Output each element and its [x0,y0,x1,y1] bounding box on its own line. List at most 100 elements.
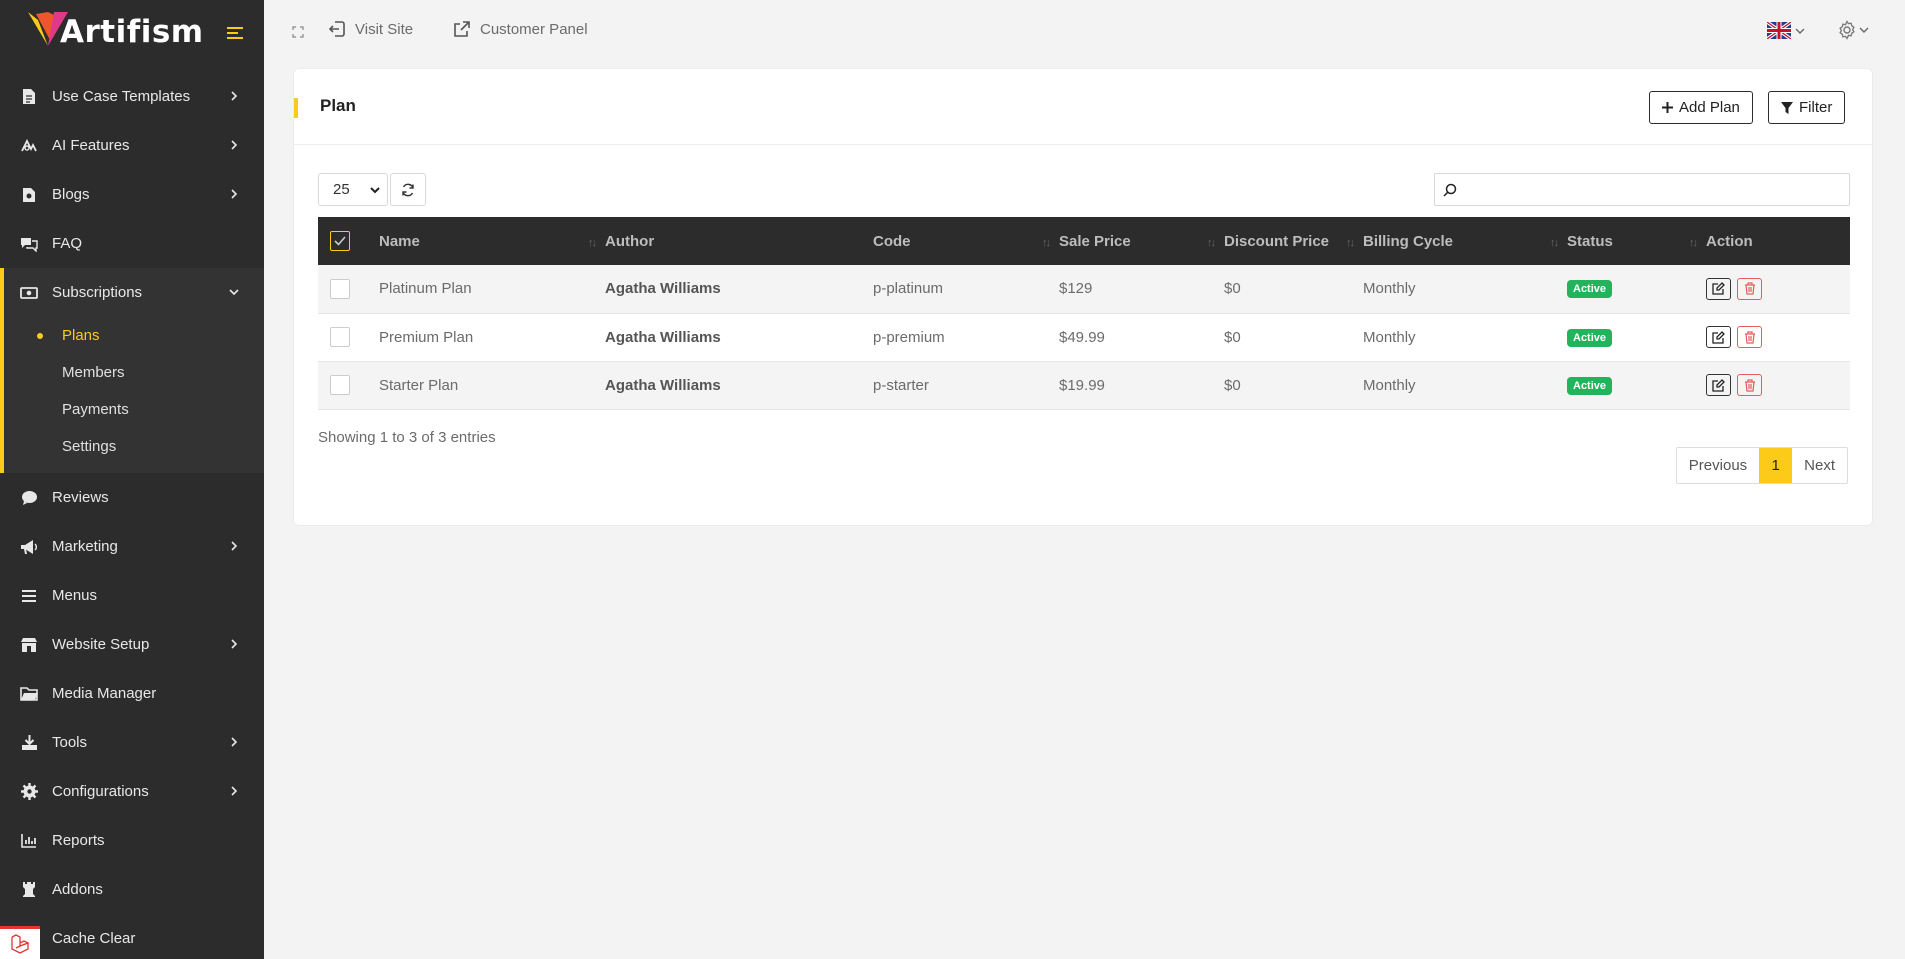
row-checkbox[interactable] [330,278,350,299]
column-header-discount-price[interactable]: Discount Price ↑↓ [1224,217,1363,265]
chevron-right-icon [231,541,238,551]
sidebar-subitem-payments[interactable]: Payments [4,391,264,428]
title-accent-bar [294,98,298,118]
chevron-right-icon [231,786,238,796]
chevron-down-icon [1859,27,1869,33]
sidebar-item-menus[interactable]: Menus [0,571,264,620]
sort-icon: ↑↓ [1042,237,1051,249]
select-all-checkbox[interactable] [330,231,350,251]
sidebar-item-faq[interactable]: FAQ [0,219,264,268]
visit-site-link[interactable]: Visit Site [328,20,413,38]
trash-icon [1744,282,1755,295]
sidebar-subitem-members[interactable]: Members [4,354,264,391]
sidebar-item-label: AI Features [52,137,130,154]
trash-icon [1744,330,1755,344]
plan-code: p-premium [873,328,945,346]
topbar: Visit Site Customer Panel [264,0,1905,66]
sort-icon: ↑↓ [588,237,597,249]
list-icon [20,587,38,605]
edit-button[interactable] [1706,326,1731,348]
status-cell: Active [1567,313,1706,361]
column-header-billing-cycle[interactable]: Billing Cycle ↑↓ [1363,217,1567,265]
column-label: Sale Price [1059,232,1131,250]
sidebar-item-reviews[interactable]: Reviews [0,473,264,522]
edit-icon [1712,378,1725,392]
per-page-value: 25 [333,181,350,198]
next-page-button[interactable]: Next [1792,448,1847,483]
edit-button[interactable] [1706,374,1731,396]
sidebar-item-label: Reviews [52,489,109,506]
delete-button[interactable] [1737,277,1762,300]
sidebar-item-website-setup[interactable]: Website Setup [0,620,264,669]
customer-panel-label: Customer Panel [480,20,588,38]
sidebar-item-label: Reports [52,832,105,849]
sidebar-item-marketing[interactable]: Marketing [0,522,264,571]
row-checkbox[interactable] [330,327,350,347]
search-input[interactable] [1434,173,1850,206]
plan-billing-cycle: Monthly [1363,328,1416,346]
sidebar-item-tools[interactable]: Tools [0,718,264,767]
filter-label: Filter [1799,99,1833,116]
sidebar-item-label: Subscriptions [52,284,143,301]
megaphone-icon [20,538,38,556]
sidebar-item-media-manager[interactable]: Media Manager [0,669,264,718]
laravel-icon[interactable] [0,926,40,959]
edit-icon [1712,282,1725,295]
chevron-right-icon [231,91,238,101]
sidebar-item-label: Tools [52,734,88,751]
plan-card: Plan Add Plan Filter 25 Name ↑↓ Author C… [293,68,1873,526]
logo[interactable]: Artifism [26,10,204,50]
column-header-status[interactable]: Status ↑↓ [1567,217,1706,265]
edit-icon [1712,330,1725,344]
refresh-icon [402,183,414,196]
sort-icon: ↑↓ [1207,237,1216,249]
plan-author: Agatha Williams [605,280,721,298]
refresh-button[interactable] [390,173,426,206]
sidebar-item-blogs[interactable]: Blogs [0,170,264,219]
customer-panel-link[interactable]: Customer Panel [453,20,588,38]
chevron-down-icon [370,187,380,194]
per-page-select[interactable]: 25 [318,173,388,206]
sidebar: Artifism Use Case Templates AI Features Bl… [0,0,264,959]
column-header-name[interactable]: Name ↑↓ [379,217,605,265]
column-label: Billing Cycle [1363,232,1454,250]
edit-button[interactable] [1706,277,1731,300]
plan-sale-price: $129 [1059,280,1093,298]
table-row: Platinum Plan Agatha Williams p-platinum $1… [318,265,1850,313]
sidebar-item-configurations[interactable]: Configurations [0,767,264,816]
table-body: Platinum Plan Agatha Williams p-platinum $1… [318,265,1850,409]
sidebar-item-ai-features[interactable]: AI Features [0,121,264,170]
plan-billing-cycle: Monthly [1363,280,1416,298]
sidebar-subitem-settings[interactable]: Settings [4,428,264,465]
delete-button[interactable] [1737,326,1762,348]
column-header-code[interactable]: Code ↑↓ [873,217,1059,265]
column-header-author[interactable]: Author [605,217,873,265]
action-cell [1706,361,1850,409]
status-badge: Active [1567,376,1613,395]
plans-table: Name ↑↓ Author Code ↑↓ Sale Price ↑↓ Discou… [318,217,1850,410]
sidebar-item-addons[interactable]: Addons [0,865,264,914]
page-1-button[interactable]: 1 [1759,448,1793,483]
sidebar-item-subscriptions[interactable]: Subscriptions [4,268,264,317]
fullscreen-icon[interactable] [292,26,304,38]
sidebar-item-use-case-templates[interactable]: Use Case Templates [0,72,264,121]
table-row: Premium Plan Agatha Williams p-premium $49.… [318,313,1850,361]
sidebar-subitem-plans[interactable]: Plans [4,317,264,354]
previous-page-button[interactable]: Previous [1677,448,1759,483]
plan-name: Platinum Plan [379,280,472,298]
add-plan-button[interactable]: Add Plan [1649,91,1753,124]
language-selector[interactable] [1767,22,1805,39]
plan-author: Agatha Williams [605,328,721,346]
add-plan-label: Add Plan [1679,99,1740,116]
column-header-sale-price[interactable]: Sale Price ↑↓ [1059,217,1224,265]
settings-menu[interactable] [1837,20,1869,40]
row-checkbox[interactable] [330,375,350,395]
sidebar-item-label: Website Setup [52,636,150,653]
entries-info: Showing 1 to 3 of 3 entries [318,429,496,446]
delete-button[interactable] [1737,374,1762,396]
table-row: Starter Plan Agatha Williams p-starter $19.… [318,361,1850,409]
row-select-cell [318,361,379,409]
sidebar-toggle-icon[interactable] [227,27,243,39]
filter-button[interactable]: Filter [1768,91,1846,124]
sidebar-item-reports[interactable]: Reports [0,816,264,865]
